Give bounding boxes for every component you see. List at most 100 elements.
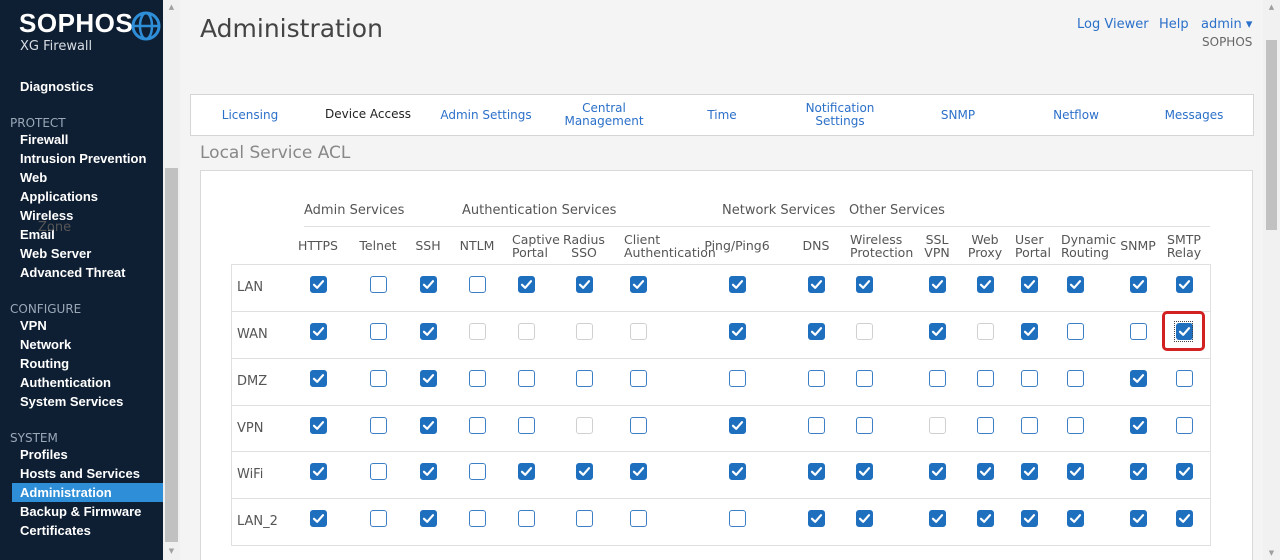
checkbox-wifi-client-authentication[interactable] <box>630 463 647 480</box>
checkbox-vpn-captive-portal[interactable] <box>518 417 535 434</box>
page-scroll-up-icon[interactable]: ▲ <box>1263 0 1280 14</box>
checkbox-wan-telnet[interactable] <box>370 323 387 340</box>
checkbox-vpn-telnet[interactable] <box>370 417 387 434</box>
checkbox-wan-snmp[interactable] <box>1130 323 1147 340</box>
checkbox-lan_2-ssh[interactable] <box>420 510 437 527</box>
checkbox-lan-captive-portal[interactable] <box>518 276 535 293</box>
checkbox-dmz-ssl-vpn[interactable] <box>929 370 946 387</box>
checkbox-lan_2-https[interactable] <box>310 510 327 527</box>
checkbox-wan-user-portal[interactable] <box>1021 323 1038 340</box>
checkbox-wifi-ssl-vpn[interactable] <box>929 463 946 480</box>
checkbox-wan-dns[interactable] <box>808 323 825 340</box>
checkbox-vpn-dynamic-routing[interactable] <box>1067 417 1084 434</box>
sidebar-scroll-up-icon[interactable]: ▲ <box>163 0 180 14</box>
checkbox-lan_2-client-authentication[interactable] <box>630 510 647 527</box>
tab-admin-settings[interactable]: Admin Settings <box>427 95 545 135</box>
tab-central-management[interactable]: Central Management <box>545 95 663 135</box>
tab-device-access[interactable]: Device Access <box>309 95 427 133</box>
checkbox-wifi-dns[interactable] <box>808 463 825 480</box>
nav-applications[interactable]: Applications <box>12 187 163 206</box>
nav-advanced-threat[interactable]: Advanced Threat <box>12 263 163 282</box>
checkbox-lan-web-proxy[interactable] <box>977 276 994 293</box>
checkbox-dmz-captive-portal[interactable] <box>518 370 535 387</box>
checkbox-lan-dynamic-routing[interactable] <box>1067 276 1084 293</box>
checkbox-wifi-ping-ping6[interactable] <box>729 463 746 480</box>
nav-diagnostics[interactable]: Diagnostics <box>12 77 163 96</box>
checkbox-dmz-telnet[interactable] <box>370 370 387 387</box>
nav-web[interactable]: Web <box>12 168 163 187</box>
checkbox-wifi-ssh[interactable] <box>420 463 437 480</box>
checkbox-lan-ping-ping6[interactable] <box>729 276 746 293</box>
checkbox-wifi-smtp-relay[interactable] <box>1176 463 1193 480</box>
checkbox-lan-radius-sso[interactable] <box>576 276 593 293</box>
checkbox-dmz-dynamic-routing[interactable] <box>1067 370 1084 387</box>
user-menu[interactable]: admin ▾ <box>1201 17 1252 32</box>
log-viewer-link[interactable]: Log Viewer <box>1077 17 1149 32</box>
checkbox-lan_2-ntlm[interactable] <box>469 510 486 527</box>
checkbox-dmz-ssh[interactable] <box>420 370 437 387</box>
nav-routing[interactable]: Routing <box>12 354 163 373</box>
checkbox-lan_2-user-portal[interactable] <box>1021 510 1038 527</box>
checkbox-lan_2-captive-portal[interactable] <box>518 510 535 527</box>
checkbox-lan_2-smtp-relay[interactable] <box>1176 510 1193 527</box>
nav-vpn[interactable]: VPN <box>12 316 163 335</box>
checkbox-lan-https[interactable] <box>310 276 327 293</box>
checkbox-wan-ssl-vpn[interactable] <box>929 323 946 340</box>
checkbox-lan-client-authentication[interactable] <box>630 276 647 293</box>
checkbox-lan_2-dynamic-routing[interactable] <box>1067 510 1084 527</box>
nav-wireless[interactable]: Wireless <box>12 206 163 225</box>
tab-messages[interactable]: Messages <box>1135 95 1253 135</box>
checkbox-dmz-snmp[interactable] <box>1130 370 1147 387</box>
checkbox-dmz-wireless-protection[interactable] <box>856 370 873 387</box>
nav-network[interactable]: Network <box>12 335 163 354</box>
nav-administration[interactable]: Administration <box>12 483 163 502</box>
page-scroll-thumb[interactable] <box>1266 40 1277 230</box>
checkbox-dmz-radius-sso[interactable] <box>576 370 593 387</box>
sidebar-scroll-down-icon[interactable]: ▼ <box>163 544 180 558</box>
checkbox-vpn-user-portal[interactable] <box>1021 417 1038 434</box>
page-scrollbar[interactable]: ▲ ▼ <box>1263 0 1280 560</box>
nav-intrusion-prevention[interactable]: Intrusion Prevention <box>12 149 163 168</box>
checkbox-wifi-snmp[interactable] <box>1130 463 1147 480</box>
tab-notification-settings[interactable]: Notification Settings <box>781 95 899 135</box>
checkbox-vpn-dns[interactable] <box>808 417 825 434</box>
nav-authentication[interactable]: Authentication <box>12 373 163 392</box>
checkbox-wifi-dynamic-routing[interactable] <box>1067 463 1084 480</box>
checkbox-vpn-snmp[interactable] <box>1130 417 1147 434</box>
tab-netflow[interactable]: Netflow <box>1017 95 1135 135</box>
checkbox-wifi-web-proxy[interactable] <box>977 463 994 480</box>
checkbox-wan-ssh[interactable] <box>420 323 437 340</box>
sidebar-scroll-thumb[interactable] <box>165 168 178 542</box>
checkbox-wifi-wireless-protection[interactable] <box>856 463 873 480</box>
checkbox-lan-snmp[interactable] <box>1130 276 1147 293</box>
checkbox-lan_2-radius-sso[interactable] <box>576 510 593 527</box>
checkbox-vpn-https[interactable] <box>310 417 327 434</box>
checkbox-vpn-web-proxy[interactable] <box>977 417 994 434</box>
checkbox-lan-ssh[interactable] <box>420 276 437 293</box>
checkbox-vpn-smtp-relay[interactable] <box>1176 417 1193 434</box>
nav-backup-firmware[interactable]: Backup & Firmware <box>12 502 163 521</box>
checkbox-lan-smtp-relay[interactable] <box>1176 276 1193 293</box>
checkbox-wifi-user-portal[interactable] <box>1021 463 1038 480</box>
checkbox-wan-dynamic-routing[interactable] <box>1067 323 1084 340</box>
checkbox-lan-user-portal[interactable] <box>1021 276 1038 293</box>
checkbox-lan_2-snmp[interactable] <box>1130 510 1147 527</box>
checkbox-dmz-ping-ping6[interactable] <box>729 370 746 387</box>
checkbox-wifi-ntlm[interactable] <box>469 463 486 480</box>
tab-licensing[interactable]: Licensing <box>191 95 309 135</box>
nav-certificates[interactable]: Certificates <box>12 521 163 540</box>
checkbox-dmz-user-portal[interactable] <box>1021 370 1038 387</box>
checkbox-lan-dns[interactable] <box>808 276 825 293</box>
checkbox-vpn-ssh[interactable] <box>420 417 437 434</box>
checkbox-wifi-captive-portal[interactable] <box>518 463 535 480</box>
checkbox-lan-ntlm[interactable] <box>469 276 486 293</box>
checkbox-dmz-web-proxy[interactable] <box>977 370 994 387</box>
page-scroll-down-icon[interactable]: ▼ <box>1263 546 1280 560</box>
checkbox-lan_2-ssl-vpn[interactable] <box>929 510 946 527</box>
checkbox-lan_2-ping-ping6[interactable] <box>729 510 746 527</box>
checkbox-lan_2-telnet[interactable] <box>370 510 387 527</box>
checkbox-dmz-smtp-relay[interactable] <box>1176 370 1193 387</box>
checkbox-vpn-wireless-protection[interactable] <box>856 417 873 434</box>
nav-firewall[interactable]: Firewall <box>12 130 163 149</box>
checkbox-lan-ssl-vpn[interactable] <box>929 276 946 293</box>
